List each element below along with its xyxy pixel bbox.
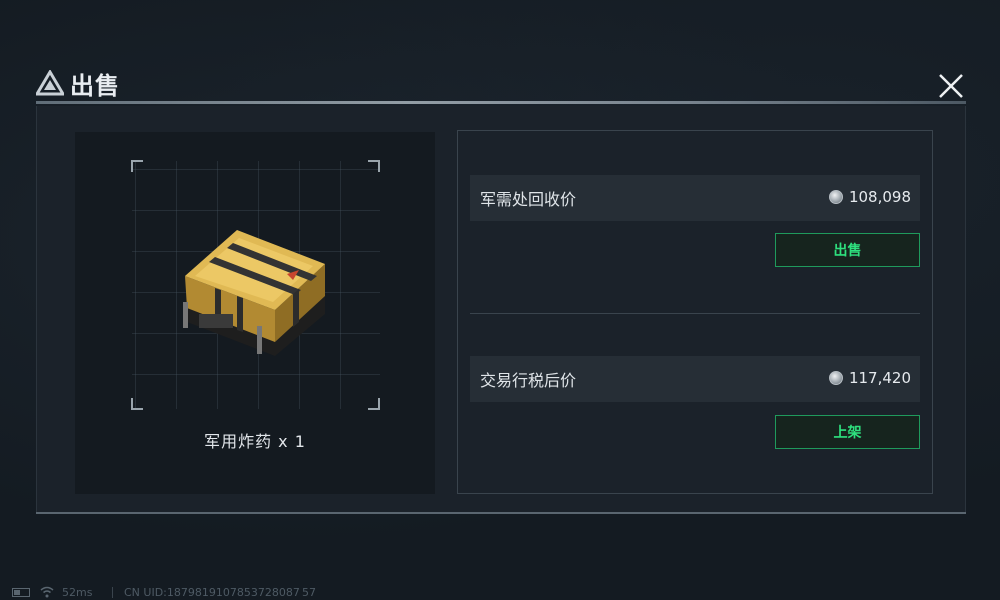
panel-bottom-border (36, 512, 966, 514)
market-price-amount: 117,420 (848, 369, 911, 387)
frame-corner (131, 160, 143, 172)
dialog-header: 出售 (36, 66, 966, 106)
market-price-value: 117,420 (828, 369, 911, 387)
vendor-price-value: 108,098 (828, 188, 911, 206)
header-divider (36, 101, 966, 104)
wifi-icon (40, 586, 54, 598)
status-bar: 52ms CN UID:1879819107853728087 57 (12, 586, 412, 600)
vendor-price-row: 军需处回收价 108,098 (470, 175, 920, 221)
vendor-price-label: 军需处回收价 (480, 190, 577, 209)
ping-readout: 52ms (62, 586, 93, 599)
item-preview: 军用炸药 x 1 (75, 132, 435, 494)
sell-button[interactable]: 出售 (775, 233, 920, 267)
frame-corner (368, 160, 380, 172)
item-name: 军用炸药 x 1 (204, 432, 306, 451)
vendor-price-amount: 108,098 (848, 188, 911, 206)
options-divider (470, 313, 920, 314)
sell-options-panel: 军需处回收价 108,098 出售 交易行税后价 117,420 上架 (457, 130, 933, 494)
frame-corner (368, 398, 380, 410)
sell-dialog-panel: 军用炸药 x 1 军需处回收价 108,098 出售 交易行税后价 117,42… (36, 106, 966, 514)
battery-icon (12, 588, 30, 597)
explosives-crate-image (183, 230, 325, 356)
status-separator (112, 587, 113, 598)
market-price-row: 交易行税后价 117,420 (470, 356, 920, 402)
coin-icon (828, 371, 843, 385)
coin-icon (828, 190, 843, 204)
user-uid: CN UID:1879819107853728087 57 (124, 586, 317, 599)
warning-triangle-logo-icon (36, 70, 64, 96)
list-on-market-button[interactable]: 上架 (775, 415, 920, 449)
dialog-title: 出售 (70, 72, 120, 100)
market-price-label: 交易行税后价 (480, 371, 577, 390)
close-icon[interactable] (936, 71, 966, 101)
frame-corner (131, 398, 143, 410)
